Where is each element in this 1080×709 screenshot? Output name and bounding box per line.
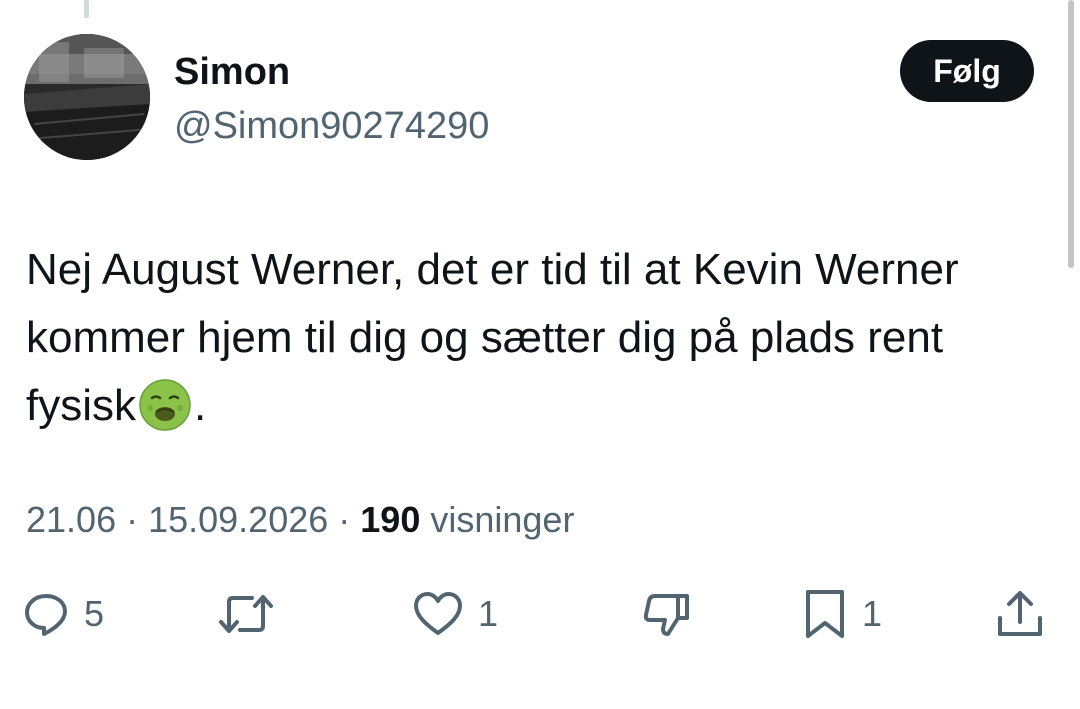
tweet-date[interactable]: 15.09.2026 xyxy=(148,499,328,540)
follow-button[interactable]: Følg xyxy=(900,40,1034,102)
reply-icon xyxy=(22,590,70,638)
repost-icon xyxy=(218,590,274,638)
reply-count: 5 xyxy=(84,593,105,634)
share-button[interactable] xyxy=(994,582,1046,646)
meta-separator: · xyxy=(328,499,361,540)
views-label: visninger xyxy=(430,499,575,540)
like-button[interactable]: 1 xyxy=(412,582,498,646)
reply-button[interactable]: 5 xyxy=(22,582,104,646)
scrollbar[interactable] xyxy=(1068,0,1074,268)
share-icon xyxy=(994,588,1046,640)
thumbs-down-icon xyxy=(640,590,692,638)
meta-separator: · xyxy=(116,499,149,540)
tweet-text-end: . xyxy=(194,381,207,430)
bookmark-button[interactable]: 1 xyxy=(802,582,882,646)
dislike-button[interactable] xyxy=(640,582,706,646)
thread-connector-line xyxy=(84,0,89,18)
tweet-time[interactable]: 21.06 xyxy=(26,499,116,540)
repost-button[interactable] xyxy=(218,582,288,646)
avatar[interactable] xyxy=(24,34,150,160)
like-count: 1 xyxy=(478,593,499,634)
heart-icon xyxy=(412,590,464,638)
bookmark-icon xyxy=(802,588,848,640)
tweet-metadata: 21.06 · 15.09.2026 · 190 visninger xyxy=(26,496,574,544)
author-handle[interactable]: @Simon90274290 xyxy=(174,104,489,148)
tweet-actions-bar: 5 1 1 xyxy=(0,582,1080,646)
views-count: 190 xyxy=(360,499,421,540)
author-display-name[interactable]: Simon xyxy=(174,50,290,94)
bookmark-count: 1 xyxy=(862,593,883,634)
tweet-text: Nej August Werner, det er tid til at Kev… xyxy=(26,236,1036,440)
nauseated-face-icon xyxy=(138,378,192,432)
